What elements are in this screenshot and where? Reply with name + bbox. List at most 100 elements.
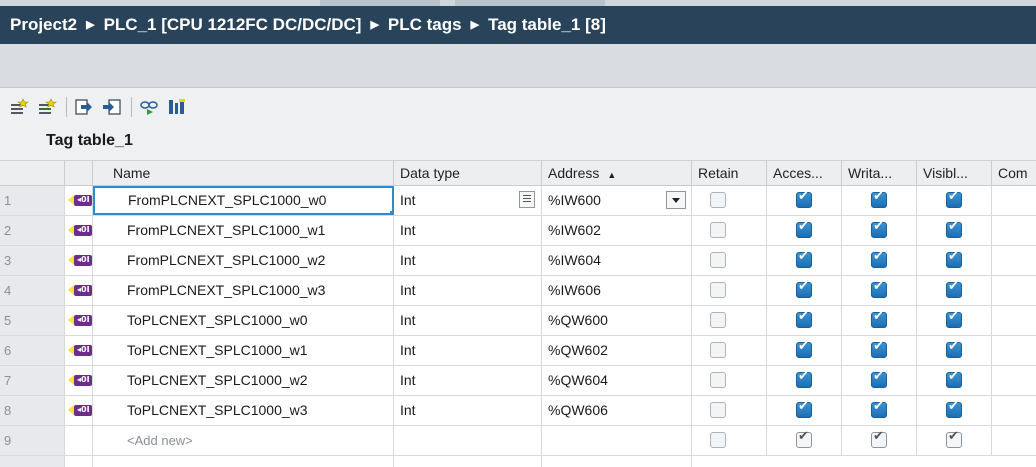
write-checkbox[interactable]: [871, 219, 887, 238]
data-type-cell[interactable]: [394, 426, 542, 455]
table-row[interactable]: 8 ◂0I ToPLCNEXT_SPLC1000_w3 Int %QW606: [0, 396, 1036, 426]
breadcrumb-plc-tags[interactable]: PLC tags: [388, 15, 462, 35]
table-row[interactable]: 5 ◂0I ToPLCNEXT_SPLC1000_w0 Int %QW600: [0, 306, 1036, 336]
table-row[interactable]: 1 ◂0I FromPLCNEXT_SPLC1000_w0 Int %IW600: [0, 186, 1036, 216]
data-type-cell[interactable]: Int: [394, 336, 542, 365]
visible-checkbox[interactable]: [946, 429, 962, 448]
retain-checkbox[interactable]: [710, 282, 726, 298]
row-number[interactable]: 4: [0, 276, 65, 305]
row-number[interactable]: 3: [0, 246, 65, 275]
comment-cell[interactable]: [992, 336, 1036, 365]
header-data-type[interactable]: Data type: [394, 161, 542, 185]
visible-checkbox[interactable]: [946, 219, 962, 238]
monitor-icon[interactable]: [138, 96, 160, 118]
data-type-cell[interactable]: Int: [394, 216, 542, 245]
retain-checkbox[interactable]: [710, 372, 726, 388]
access-checkbox[interactable]: [796, 219, 812, 238]
access-checkbox[interactable]: [796, 399, 812, 418]
insert-row-icon[interactable]: [36, 96, 58, 118]
tag-name-field[interactable]: FromPLCNEXT_SPLC1000_w0: [93, 186, 394, 215]
row-number[interactable]: 5: [0, 306, 65, 335]
tag-name-cell[interactable]: ToPLCNEXT_SPLC1000_w1: [93, 336, 394, 365]
access-checkbox[interactable]: [796, 189, 812, 208]
comment-cell[interactable]: [992, 276, 1036, 305]
retain-checkbox[interactable]: [710, 192, 726, 208]
retain-checkbox[interactable]: [710, 252, 726, 268]
tag-name-cell[interactable]: FromPLCNEXT_SPLC1000_w1: [93, 216, 394, 245]
write-checkbox[interactable]: [871, 339, 887, 358]
data-type-cell[interactable]: Int: [394, 276, 542, 305]
header-comment[interactable]: Com: [992, 161, 1036, 185]
show-all-icon[interactable]: [166, 96, 188, 118]
header-accessible[interactable]: Acces...: [767, 161, 842, 185]
comment-cell[interactable]: [992, 246, 1036, 275]
header-visible[interactable]: Visibl...: [917, 161, 992, 185]
data-type-cell[interactable]: Int: [394, 186, 542, 215]
access-checkbox[interactable]: [796, 369, 812, 388]
visible-checkbox[interactable]: [946, 339, 962, 358]
add-new-row[interactable]: 9 <Add new>: [0, 426, 1036, 456]
tag-name-cell[interactable]: ToPLCNEXT_SPLC1000_w2: [93, 366, 394, 395]
row-number[interactable]: 6: [0, 336, 65, 365]
write-checkbox[interactable]: [871, 189, 887, 208]
visible-checkbox[interactable]: [946, 309, 962, 328]
retain-checkbox[interactable]: [710, 402, 726, 418]
comment-cell[interactable]: [992, 306, 1036, 335]
address-cell[interactable]: %IW606: [542, 276, 692, 305]
breadcrumb-plc[interactable]: PLC_1 [CPU 1212FC DC/DC/DC]: [104, 15, 362, 35]
data-type-cell[interactable]: Int: [394, 246, 542, 275]
visible-checkbox[interactable]: [946, 279, 962, 298]
write-checkbox[interactable]: [871, 369, 887, 388]
access-checkbox[interactable]: [796, 429, 812, 448]
row-number[interactable]: 2: [0, 216, 65, 245]
comment-cell[interactable]: [992, 396, 1036, 425]
visible-checkbox[interactable]: [946, 249, 962, 268]
table-row[interactable]: 6 ◂0I ToPLCNEXT_SPLC1000_w1 Int %QW602: [0, 336, 1036, 366]
comment-cell[interactable]: [992, 186, 1036, 215]
access-checkbox[interactable]: [796, 279, 812, 298]
row-number[interactable]: 7: [0, 366, 65, 395]
export-icon[interactable]: [73, 96, 95, 118]
data-type-list-icon[interactable]: [519, 191, 535, 208]
header-writable[interactable]: Writa...: [842, 161, 917, 185]
address-cell[interactable]: %IW602: [542, 216, 692, 245]
address-cell[interactable]: %QW600: [542, 306, 692, 335]
data-type-cell[interactable]: Int: [394, 306, 542, 335]
visible-checkbox[interactable]: [946, 399, 962, 418]
address-cell[interactable]: %QW606: [542, 396, 692, 425]
write-checkbox[interactable]: [871, 309, 887, 328]
breadcrumb-project[interactable]: Project2: [10, 15, 77, 35]
tag-name-cell[interactable]: ToPLCNEXT_SPLC1000_w0: [93, 306, 394, 335]
tag-name-cell[interactable]: FromPLCNEXT_SPLC1000_w2: [93, 246, 394, 275]
address-cell[interactable]: %QW604: [542, 366, 692, 395]
row-number[interactable]: 1: [0, 186, 65, 215]
tag-name-cell[interactable]: FromPLCNEXT_SPLC1000_w3: [93, 276, 394, 305]
tag-name-cell[interactable]: ToPLCNEXT_SPLC1000_w3: [93, 396, 394, 425]
visible-checkbox[interactable]: [946, 369, 962, 388]
address-cell[interactable]: %IW604: [542, 246, 692, 275]
row-number[interactable]: 9: [0, 426, 65, 455]
retain-checkbox[interactable]: [710, 342, 726, 358]
data-type-cell[interactable]: Int: [394, 366, 542, 395]
data-type-cell[interactable]: Int: [394, 396, 542, 425]
address-cell[interactable]: %IW600: [542, 186, 692, 215]
address-cell[interactable]: [542, 426, 692, 455]
comment-cell[interactable]: [992, 366, 1036, 395]
table-row[interactable]: 4 ◂0I FromPLCNEXT_SPLC1000_w3 Int %IW606: [0, 276, 1036, 306]
access-checkbox[interactable]: [796, 339, 812, 358]
comment-cell[interactable]: [992, 216, 1036, 245]
retain-checkbox[interactable]: [710, 432, 726, 448]
add-tag-icon[interactable]: [8, 96, 30, 118]
import-icon[interactable]: [101, 96, 123, 118]
table-row[interactable]: 2 ◂0I FromPLCNEXT_SPLC1000_w1 Int %IW602: [0, 216, 1036, 246]
header-address[interactable]: Address ▲: [542, 161, 692, 185]
table-row[interactable]: 3 ◂0I FromPLCNEXT_SPLC1000_w2 Int %IW604: [0, 246, 1036, 276]
write-checkbox[interactable]: [871, 249, 887, 268]
table-row[interactable]: 7 ◂0I ToPLCNEXT_SPLC1000_w2 Int %QW604: [0, 366, 1036, 396]
access-checkbox[interactable]: [796, 309, 812, 328]
access-checkbox[interactable]: [796, 249, 812, 268]
header-name[interactable]: Name: [93, 161, 394, 185]
header-retain[interactable]: Retain: [692, 161, 767, 185]
write-checkbox[interactable]: [871, 399, 887, 418]
visible-checkbox[interactable]: [946, 189, 962, 208]
